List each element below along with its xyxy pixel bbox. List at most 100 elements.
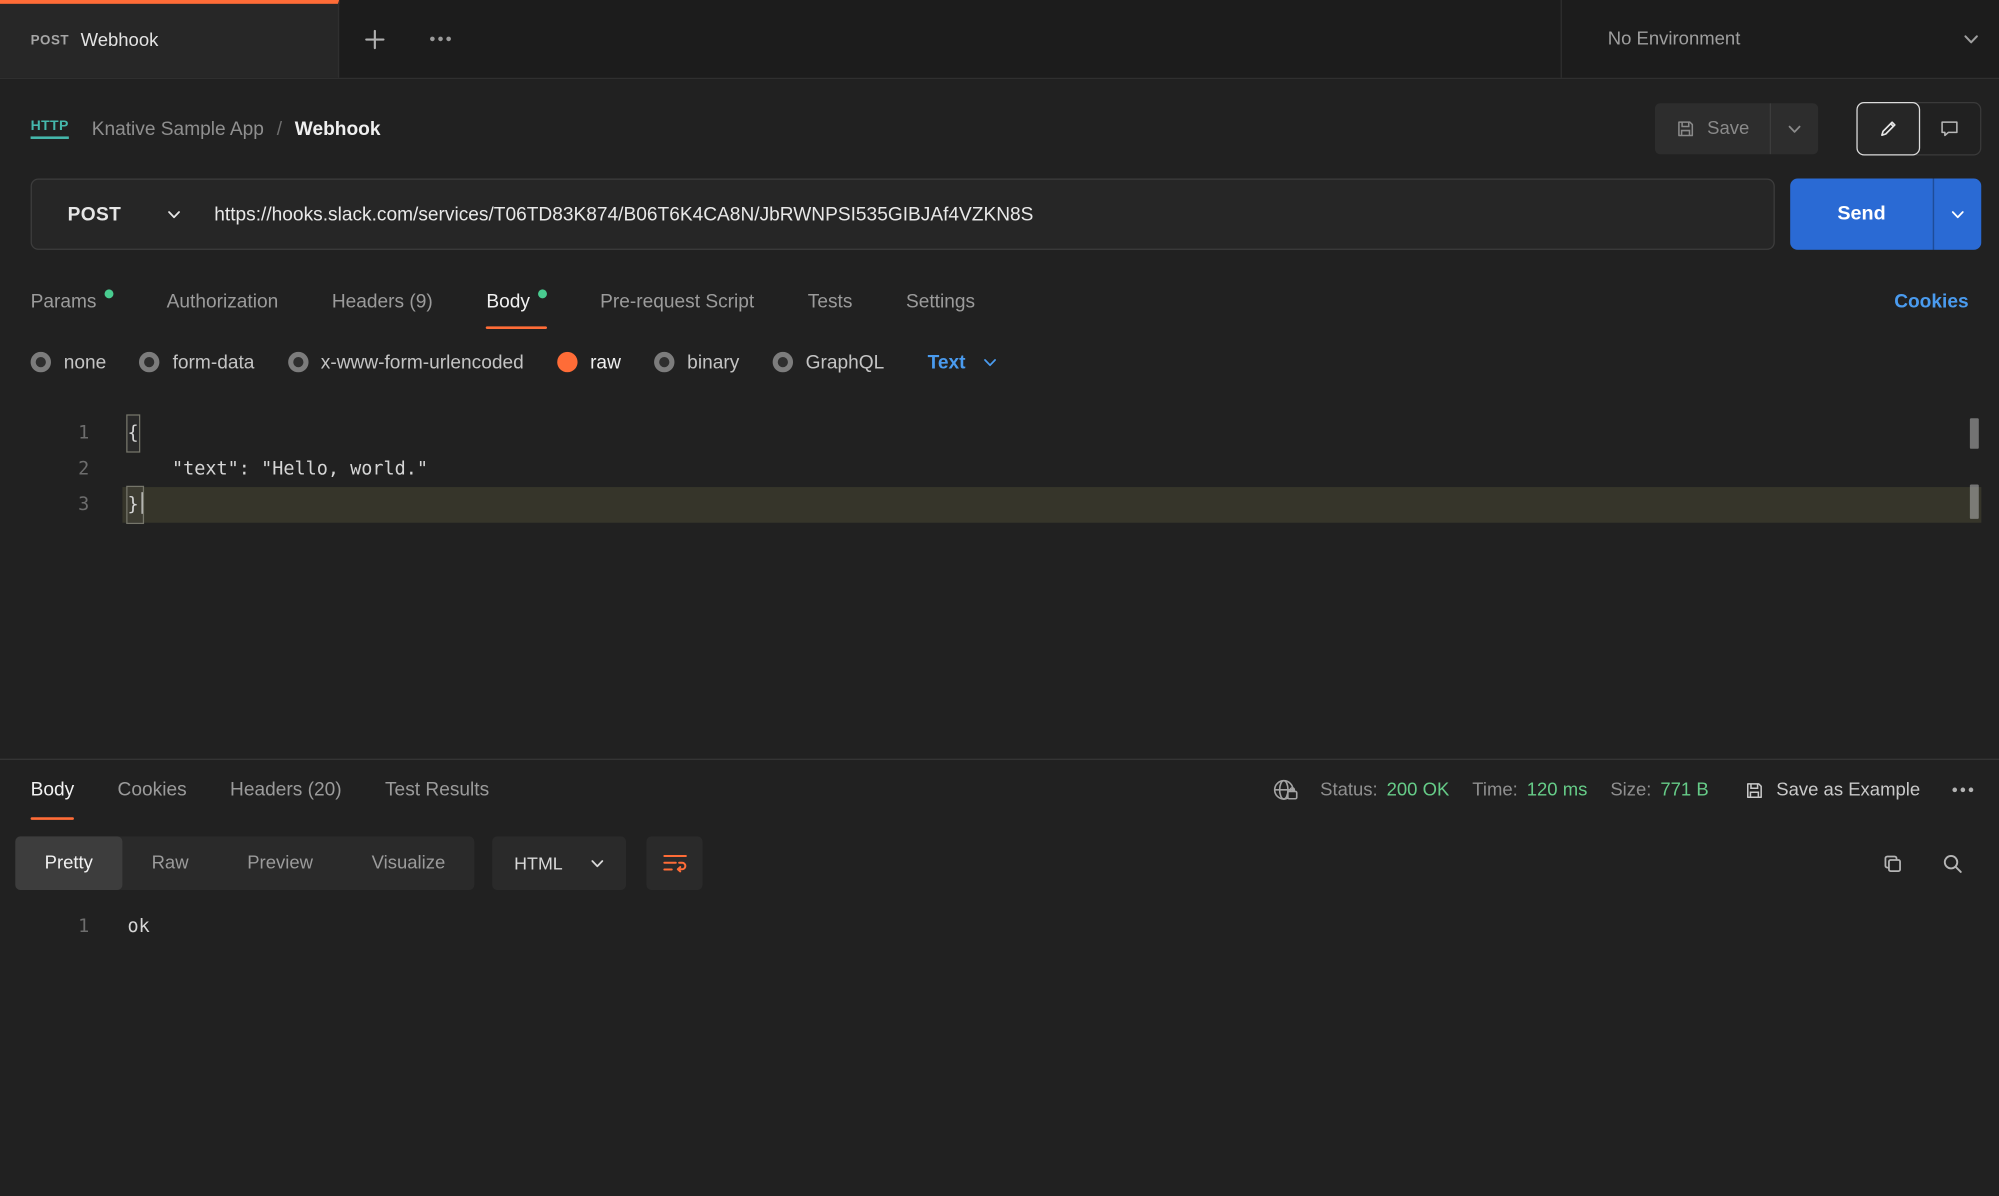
tab-title-label: Webhook — [81, 31, 159, 51]
radio-label: binary — [687, 351, 739, 373]
language-selector[interactable]: Text — [928, 351, 998, 373]
response-body[interactable]: 1 ok — [0, 891, 1999, 945]
tab-tests[interactable]: Tests — [808, 273, 853, 329]
radio-icon — [31, 352, 51, 372]
body-type-graphql[interactable]: GraphQL — [772, 351, 884, 373]
code-text: } — [128, 487, 144, 523]
radio-icon — [288, 352, 308, 372]
code-line: 1 { — [0, 416, 1999, 452]
request-url-row: POST Send — [0, 179, 1999, 273]
view-mode-preview[interactable]: Preview — [218, 836, 342, 890]
tab-pre-request-script[interactable]: Pre-request Script — [600, 273, 754, 329]
url-input[interactable] — [214, 180, 1773, 249]
body-type-options: none form-data x-www-form-urlencoded raw… — [0, 329, 1999, 395]
radio-selected-icon — [557, 352, 577, 372]
tab-label: Authorization — [167, 290, 279, 312]
breadcrumb-request-name[interactable]: Webhook — [295, 118, 381, 140]
environment-selector[interactable]: No Environment — [1608, 29, 1979, 49]
language-label: Text — [928, 351, 966, 373]
tab-label: Body — [31, 779, 75, 801]
radio-icon — [654, 352, 674, 372]
body-type-x-www-form-urlencoded[interactable]: x-www-form-urlencoded — [288, 351, 524, 373]
app-root: POST Webhook No Environment HTTP Knative… — [0, 0, 1999, 1196]
copy-response-button[interactable] — [1882, 852, 1904, 874]
tab-method-label: POST — [31, 33, 70, 48]
code-line-current: 3 } — [0, 487, 1999, 523]
view-mode-raw[interactable]: Raw — [122, 836, 218, 890]
body-type-form-data[interactable]: form-data — [139, 351, 254, 373]
response-format-label: HTML — [514, 853, 563, 873]
search-icon — [1942, 852, 1964, 874]
save-button[interactable]: Save — [1655, 103, 1770, 154]
cookies-link[interactable]: Cookies — [1894, 290, 1968, 312]
request-tabs: Params Authorization Headers (9) Body Pr… — [0, 273, 1999, 329]
size-indicator[interactable]: Size: 771 B — [1610, 780, 1708, 800]
response-tab-cookies[interactable]: Cookies — [118, 760, 187, 820]
method-label: POST — [68, 203, 122, 225]
body-type-raw[interactable]: raw — [557, 351, 621, 373]
send-options-button[interactable] — [1933, 179, 1981, 250]
line-number: 3 — [0, 487, 89, 523]
view-mode-pretty[interactable]: Pretty — [15, 836, 122, 890]
globe-lock-icon — [1273, 778, 1300, 802]
response-options-button[interactable] — [1943, 787, 1981, 793]
method-selector[interactable]: POST — [32, 180, 214, 249]
response-format-selector[interactable]: HTML — [492, 836, 626, 890]
response-view-switcher: Pretty Raw Preview Visualize — [15, 836, 474, 890]
request-body-editor[interactable]: 1 { 2 "text": "Hello, world." 3 } — [0, 395, 1999, 760]
wrap-lines-icon — [663, 853, 687, 873]
time-value: 120 ms — [1527, 780, 1588, 800]
code-line: 1 ok — [0, 909, 1999, 945]
more-dots-icon — [1951, 787, 1973, 793]
radio-icon — [772, 352, 792, 372]
line-number: 2 — [0, 451, 89, 487]
send-button[interactable]: Send — [1790, 179, 1933, 250]
network-info-button[interactable] — [1273, 778, 1300, 802]
save-label: Save — [1707, 119, 1749, 139]
code-area: "text": "Hello, world." — [122, 451, 1981, 487]
size-label: Size: — [1610, 780, 1651, 800]
response-tab-headers[interactable]: Headers (20) — [230, 760, 342, 820]
new-tab-button[interactable] — [339, 0, 410, 78]
request-tab[interactable]: POST Webhook — [0, 0, 339, 78]
save-as-example-button[interactable]: Save as Example — [1744, 780, 1920, 800]
tab-settings[interactable]: Settings — [906, 273, 975, 329]
code-text: { — [128, 416, 139, 452]
view-mode-visualize[interactable]: Visualize — [342, 836, 474, 890]
status-indicator[interactable]: Status: 200 OK — [1320, 780, 1449, 800]
chevron-down-icon — [1788, 124, 1802, 133]
body-type-none[interactable]: none — [31, 351, 107, 373]
save-options-button[interactable] — [1770, 103, 1818, 154]
plus-icon — [363, 27, 386, 50]
chevron-down-icon — [1964, 34, 1979, 44]
tab-params[interactable]: Params — [31, 273, 113, 329]
response-meta: Status: 200 OK Time: 120 ms Size: 771 B … — [1273, 778, 1981, 802]
code-text: "text": "Hello, world." — [127, 459, 428, 479]
radio-label: x-www-form-urlencoded — [321, 351, 524, 373]
save-as-example-label: Save as Example — [1776, 780, 1920, 800]
radio-label: GraphQL — [806, 351, 885, 373]
tab-body[interactable]: Body — [486, 273, 546, 329]
search-response-button[interactable] — [1942, 852, 1964, 874]
tab-label: Tests — [808, 290, 853, 312]
comment-button[interactable] — [1919, 103, 1980, 154]
chevron-down-icon — [1951, 210, 1965, 219]
wrap-lines-button[interactable] — [647, 836, 703, 890]
tab-label: Settings — [906, 290, 975, 312]
response-tab-body[interactable]: Body — [31, 760, 75, 820]
edit-button[interactable] — [1856, 102, 1920, 156]
tab-options-button[interactable] — [411, 0, 470, 78]
url-bar: POST — [31, 179, 1775, 250]
tab-label: Pre-request Script — [600, 290, 754, 312]
breadcrumb-collection[interactable]: Knative Sample App — [92, 118, 264, 140]
status-label: Status: — [1320, 780, 1378, 800]
tab-label: Headers (9) — [332, 290, 433, 312]
time-indicator[interactable]: Time: 120 ms — [1472, 780, 1587, 800]
radio-label: form-data — [173, 351, 255, 373]
http-protocol-badge: HTTP — [31, 119, 69, 139]
response-tab-test-results[interactable]: Test Results — [385, 760, 489, 820]
body-type-binary[interactable]: binary — [654, 351, 739, 373]
save-icon — [1675, 119, 1695, 139]
tab-headers[interactable]: Headers (9) — [332, 273, 433, 329]
tab-authorization[interactable]: Authorization — [167, 273, 279, 329]
